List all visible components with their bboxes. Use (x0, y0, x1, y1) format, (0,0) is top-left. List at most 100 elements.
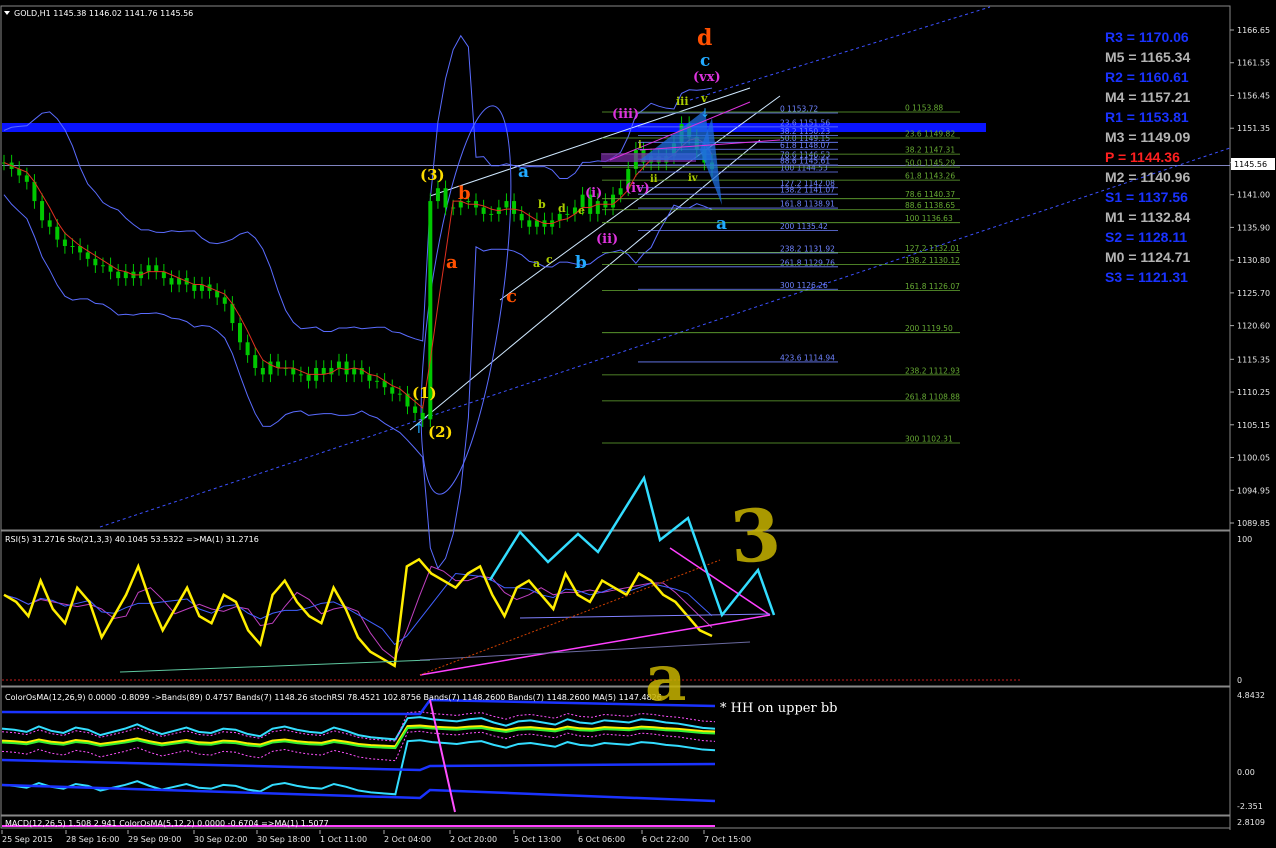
fib-right-label: 0 1153.88 (905, 103, 943, 112)
chart-canvas[interactable]: 0 1153.7223.6 1151.5638.2 1150.2350.0 11… (0, 0, 1276, 848)
wave-label: d (558, 202, 566, 215)
time-tick-label: 25 Sep 2015 (2, 835, 53, 844)
current-price-text: 1145.56 (1234, 160, 1267, 169)
rsi-panel: 100 0 (2, 474, 1252, 685)
candle-body (519, 213, 524, 221)
wave-label: e (578, 204, 585, 217)
candle-body (24, 175, 29, 182)
candle-body (70, 246, 75, 248)
channel-lower-line (99, 147, 1231, 528)
price-tick-label: 1120.60 (1237, 322, 1270, 331)
price-tick-label: 1089.85 (1237, 519, 1270, 528)
wave-label: b (575, 253, 587, 273)
candle-body (298, 374, 303, 376)
fib-right-label: 127.2 1132.01 (905, 244, 960, 253)
pivot-label: M1 = 1132.84 (1105, 209, 1190, 225)
wave-label: v (700, 92, 708, 105)
fib-right-label: 161.8 1126.07 (905, 282, 960, 291)
price-tick-label: 1130.80 (1237, 256, 1270, 265)
fib-right-label: 88.6 1138.65 (905, 201, 955, 210)
time-tick-label: 30 Sep 02:00 (194, 835, 247, 844)
fib-right-label: 61.8 1143.26 (905, 172, 955, 181)
time-tick-label: 30 Sep 18:00 (257, 835, 310, 844)
pivot-label: M4 = 1157.21 (1105, 89, 1190, 105)
macd-axis-label: 2.8109 (1237, 818, 1265, 827)
fib-left-label: 200 1135.42 (780, 222, 828, 231)
wave-label: iii (676, 95, 689, 108)
rsi-header: RSI(5) 31.2716 Sto(21,3,3) 40.1045 53.53… (5, 535, 259, 544)
rsi-mid-line (519, 613, 771, 619)
rsi-support-line (119, 659, 431, 673)
rsi-support-line-2 (419, 641, 751, 661)
fib-left-label: 138.2 1141.07 (780, 186, 835, 195)
dropdown-icon[interactable] (4, 11, 10, 15)
price-tick-label: 1156.45 (1237, 91, 1270, 100)
price-candles (2, 116, 714, 428)
time-tick-label: 2 Oct 04:00 (384, 835, 431, 844)
wave-label: a (446, 252, 458, 273)
candle-body (443, 188, 448, 208)
pivot-label: M2 = 1140.96 (1105, 169, 1190, 185)
candle-body (527, 220, 532, 227)
candle-body (481, 207, 486, 214)
pivot-label: S1 = 1137.56 (1105, 189, 1188, 205)
wave-label: c (546, 253, 553, 266)
pivot-label: M0 = 1124.71 (1105, 249, 1190, 265)
candle-body (489, 213, 494, 215)
pivot-label: S3 = 1121.31 (1105, 269, 1188, 285)
fib-right-label: 50.0 1145.29 (905, 159, 955, 168)
big-a-mark: a (645, 641, 686, 716)
price-tick-label: 1094.95 (1237, 486, 1270, 495)
harmonic-pattern: ↑↓ (413, 101, 781, 437)
candle-body (611, 194, 616, 208)
fib-left-label: 423.6 1114.94 (780, 353, 835, 362)
rsi-axis-top: 100 (1237, 535, 1252, 544)
fib-right-label: 78.6 1140.37 (905, 190, 955, 199)
fib-right-label: 38.2 1147.31 (905, 146, 955, 155)
time-tick-label: 6 Oct 06:00 (578, 835, 625, 844)
candle-body (245, 342, 250, 356)
fib-right-label: 300 1102.31 (905, 435, 953, 444)
candle-body (397, 393, 402, 395)
candle-body (192, 284, 197, 291)
pivot-label: M5 = 1165.34 (1105, 49, 1190, 65)
price-tick-label: 1115.35 (1237, 355, 1270, 364)
osma-spike (429, 699, 456, 813)
osma-axis-mid: 0.00 (1237, 768, 1255, 777)
osma-cyan-lower (1, 739, 716, 796)
osma-blue-mid (1, 758, 716, 772)
candle-body (55, 226, 60, 240)
rsi-trendline (419, 614, 771, 676)
candle-body (306, 374, 311, 381)
wave-label: c (506, 286, 517, 307)
candle-body (595, 201, 600, 214)
fib-left-label: 300 1126.26 (780, 281, 828, 290)
trading-terminal: 0 1153.72 23.6 1151.56 38.2 1150.23 50.0 11… (0, 0, 1276, 848)
candle-body (375, 380, 380, 382)
price-tick-label: 1105.15 (1237, 421, 1270, 430)
osma-panel: 4.8432 0.00 -2.351 (1, 691, 1265, 813)
fib-right-label: 138.2 1130.12 (905, 256, 960, 265)
price-tick-label: 1135.90 (1237, 223, 1270, 232)
pivot-table: R3 = 1170.06 M5 = 1165.34 R2 = 1160.61 M4 =… (1105, 29, 1190, 285)
price-tick-label: 1161.55 (1237, 59, 1270, 68)
fib-right-label: 100 1136.63 (905, 214, 953, 223)
candle-body (253, 355, 258, 368)
time-tick-label: 29 Sep 09:00 (128, 835, 181, 844)
pivot-label: S2 = 1128.11 (1105, 229, 1187, 245)
price-tick-label: 1141.00 (1237, 191, 1270, 200)
resistance-bar (2, 123, 986, 132)
candle-body (390, 387, 395, 394)
price-tick-label: 1100.05 (1237, 454, 1270, 463)
candle-body (344, 361, 349, 375)
bollinger-upper (3, 34, 713, 342)
price-tick-label: 1166.65 (1237, 26, 1270, 35)
time-tick-label: 28 Sep 16:00 (66, 835, 119, 844)
bollinger-bands (3, 34, 713, 570)
fib-right-label: 261.8 1108.88 (905, 392, 960, 401)
fib-left-label: 161.8 1138.91 (780, 200, 835, 209)
wave-label: (ii) (596, 232, 618, 247)
pivot-label: M3 = 1149.09 (1105, 129, 1190, 145)
channel-upper-line (689, 6, 991, 101)
wave-label: (1) (412, 384, 437, 402)
